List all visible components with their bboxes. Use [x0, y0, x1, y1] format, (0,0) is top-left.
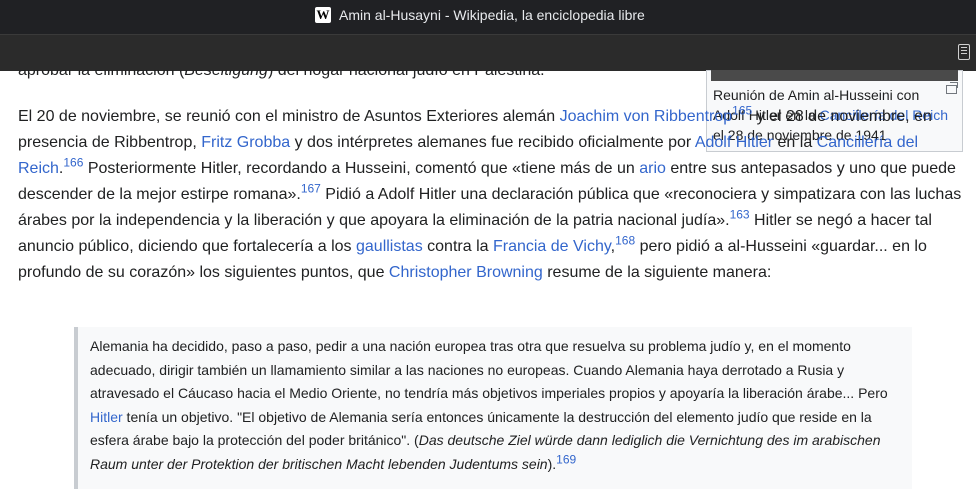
link-christopher-browning[interactable]: Christopher Browning	[389, 264, 543, 281]
text-segment: resume de la siguiente manera:	[542, 264, 772, 281]
article-content: aprobar la eliminación (Beseitigung) del…	[0, 70, 976, 489]
blockquote-text: Alemania ha decidido, paso a paso, pedir…	[90, 335, 902, 476]
text-segment: en la	[773, 134, 817, 151]
figure-image[interactable]	[711, 70, 958, 81]
link-francia-de-vichy[interactable]: Francia de Vichy	[493, 238, 611, 255]
blockquote: Alemania ha decidido, paso a paso, pedir…	[74, 327, 912, 489]
window-titlebar: W Amin al-Husayni - Wikipedia, la encicl…	[0, 0, 976, 34]
reference-166[interactable]: 166	[63, 156, 83, 170]
reference-163[interactable]: 163	[730, 208, 750, 222]
reference-167[interactable]: 167	[301, 182, 321, 196]
reader-view-icon[interactable]	[958, 44, 970, 60]
window-title: Amin al-Husayni - Wikipedia, la enciclop…	[339, 7, 645, 23]
browser-toolbar	[0, 34, 976, 71]
text-segment: Posteriormente Hitler, recordando a Huss…	[83, 160, 640, 177]
text-segment: contra la	[422, 238, 493, 255]
wikipedia-favicon-icon: W	[315, 7, 331, 23]
link-gaullistas[interactable]: gaullistas	[356, 238, 423, 255]
text-segment: ).	[547, 455, 557, 472]
reference-165[interactable]: 165	[732, 104, 752, 118]
text-segment: ) del hogar nacional judío en Palestina.	[267, 70, 545, 79]
text-segment: El 20 de noviembre, se reunió con el min…	[18, 108, 560, 125]
text-segment: Alemania ha decidido, paso a paso, pedir…	[90, 338, 888, 401]
reference-164[interactable]: 164	[545, 70, 565, 72]
link-hitler[interactable]: Hitler	[90, 409, 123, 425]
link-fritz-grobba[interactable]: Fritz Grobba	[201, 134, 290, 151]
text-segment: y dos intérpretes alemanes fue recibido …	[290, 134, 695, 151]
link-adolf-hitler[interactable]: Adolf Hitler	[695, 134, 773, 151]
window-title-group: W Amin al-Husayni - Wikipedia, la encicl…	[315, 7, 645, 23]
link-joachim-von-ribbentrop[interactable]: Joachim von Ribbentrop	[560, 108, 733, 125]
text-segment: aprobar la eliminación (	[18, 70, 185, 79]
italic-term: Beseitigung	[184, 70, 268, 79]
link-ario[interactable]: ario	[639, 160, 666, 177]
previous-paragraph-tail: aprobar la eliminación (Beseitigung) del…	[18, 70, 565, 80]
reference-168[interactable]: 168	[615, 234, 635, 248]
article-paragraph: El 20 de noviembre, se reunió con el min…	[18, 104, 966, 286]
reference-169[interactable]: 169	[556, 452, 576, 466]
